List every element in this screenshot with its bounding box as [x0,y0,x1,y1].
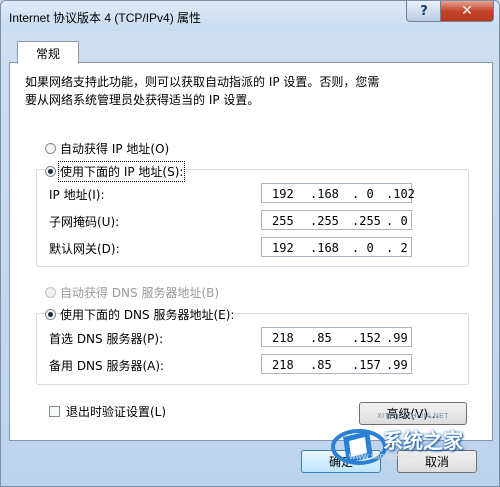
radio-manual-dns[interactable]: 使用下面的 DNS 服务器地址(E): [45,306,235,323]
tab-general-label: 常规 [35,46,60,61]
watermark-small-text: XITONGZHIJIA.NET [377,413,450,420]
octet-field[interactable]: . 2 [386,241,408,255]
close-button[interactable]: ✕ [440,1,494,22]
radio-auto-ip-label: 自动获得 IP 地址(O) [60,142,170,156]
radio-auto-ip[interactable]: 自动获得 IP 地址(O) [45,140,169,157]
octet-field[interactable]: .99 [386,331,408,345]
radio-auto-ip-dot[interactable] [45,143,56,154]
octet-field[interactable]: . 0 [386,214,408,228]
radio-auto-dns-dot[interactable] [45,287,56,298]
octet-field[interactable]: .255 [310,214,339,228]
radio-manual-ip-dot[interactable] [45,166,56,177]
ip_fields-label: 默认网关(D): [49,242,120,256]
octet-field[interactable]: 255 [272,214,294,228]
octet-field[interactable]: .85 [310,331,332,345]
octet-field[interactable]: 192 [272,187,294,201]
dns_fields-label: 首选 DNS 服务器(P): [49,332,164,346]
ip_fields-label: IP 地址(I): [49,188,105,202]
tab-general[interactable]: 常规 [17,41,79,64]
octet-field[interactable]: .152 [352,331,381,345]
octet-field[interactable]: 218 [272,331,294,345]
radio-auto-dns[interactable]: 自动获得 DNS 服务器地址(B) [45,284,219,301]
window-title: Internet 协议版本 4 (TCP/IPv4) 属性 [9,11,202,25]
radio-manual-dns-label: 使用下面的 DNS 服务器地址(E): [60,306,235,323]
watermark-url: www.xitongzhijia.net [349,451,431,461]
octet-field[interactable]: 218 [272,358,294,372]
title-bar[interactable]: Internet 协议版本 4 (TCP/IPv4) 属性 ? ✕ [1,1,499,31]
radio-manual-ip[interactable]: 使用下面的 IP 地址(S): [45,161,186,182]
watermark-brand-text: 系统之家 [383,429,463,453]
description-text: 如果网络支持此功能，则可以获取自动指派的 IP 设置。否则，您需 要从网络系统管… [25,73,475,109]
validate-settings-box[interactable] [49,406,60,417]
dns_fields-label: 备用 DNS 服务器(A): [49,359,165,373]
octet-field[interactable]: .157 [352,358,381,372]
dialog-window: Internet 协议版本 4 (TCP/IPv4) 属性 ? ✕ 常规 如果网… [0,0,500,487]
validate-settings-checkbox[interactable]: 退出时验证设置(L) [49,403,166,420]
dns-group-box [36,313,469,385]
radio-auto-dns-label: 自动获得 DNS 服务器地址(B) [60,286,220,300]
watermark-logo-icon [331,429,387,465]
radio-manual-ip-label: 使用下面的 IP 地址(S): [57,161,186,182]
octet-field[interactable]: .102 [386,187,415,201]
help-button[interactable]: ? [406,1,442,22]
dns_fields-input[interactable]: 218 .85 .157 .99 [261,354,412,374]
octet-field[interactable]: . 0 [352,241,374,255]
ip_fields-input[interactable]: 192 .168 . 0 .102 [261,183,415,203]
ip_fields-input[interactable]: 192 .168 . 0 . 2 [261,237,412,257]
dns_fields-input[interactable]: 218 .85 .152 .99 [261,327,412,347]
octet-field[interactable]: .255 [352,214,381,228]
octet-field[interactable]: .168 [310,241,339,255]
octet-field[interactable]: .99 [386,358,408,372]
description-line-1: 如果网络支持此功能，则可以获取自动指派的 IP 设置。否则，您需 [25,75,380,89]
ip_fields-label: 子网掩码(U): [49,215,120,229]
octet-field[interactable]: . 0 [352,187,374,201]
octet-field[interactable]: 192 [272,241,294,255]
validate-settings-label: 退出时验证设置(L) [66,405,167,419]
octet-field[interactable]: .85 [310,358,332,372]
ip_fields-input[interactable]: 255 .255 .255 . 0 [261,210,412,230]
radio-manual-dns-dot[interactable] [45,309,56,320]
watermark: XITONGZHIJIA.NET 系统之家 www.xitongzhijia.n… [329,413,499,483]
description-line-2: 要从网络系统管理员处获得适当的 IP 设置。 [25,93,260,107]
octet-field[interactable]: .168 [310,187,339,201]
